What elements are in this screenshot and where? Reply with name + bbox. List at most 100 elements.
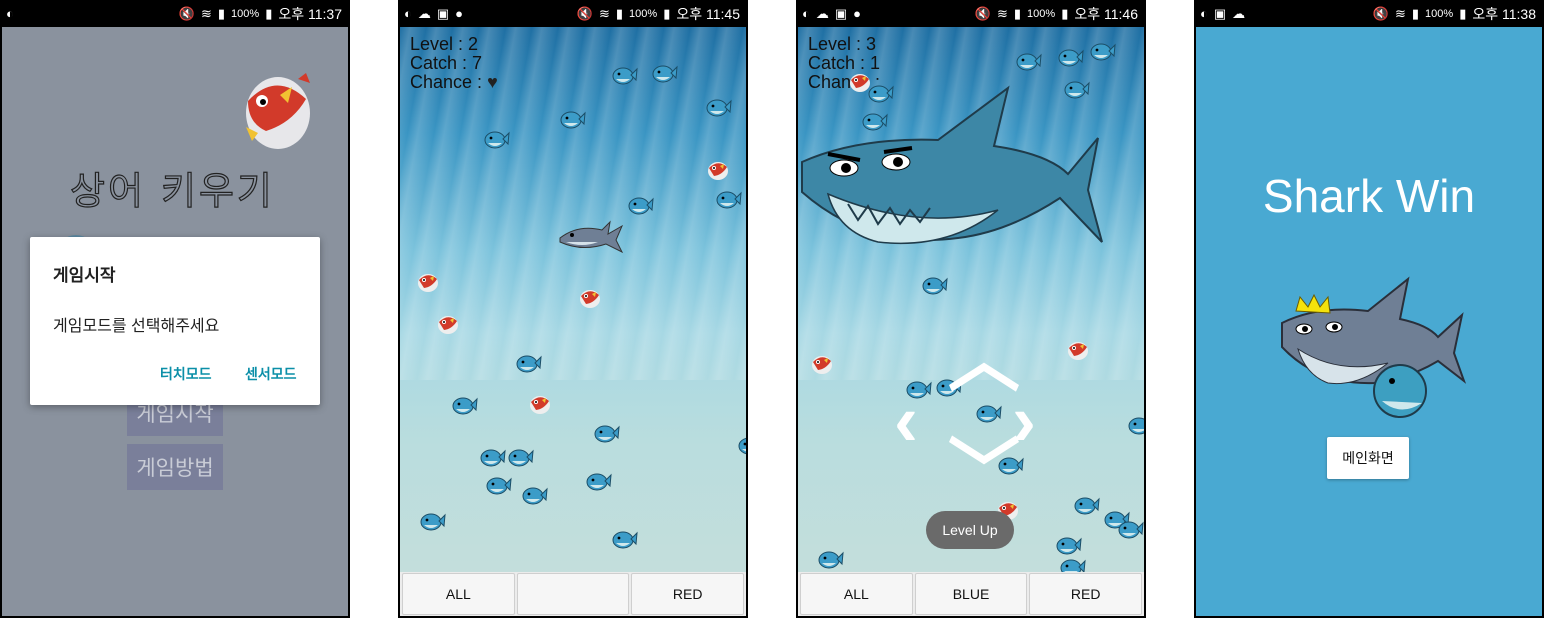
player-shark-icon xyxy=(559,220,624,254)
blue-button[interactable] xyxy=(516,573,630,615)
red-pufferfish[interactable] xyxy=(848,71,872,93)
touch-mode-button[interactable]: 터치모드 xyxy=(160,364,212,384)
signal-icon: ▮ xyxy=(1411,6,1420,21)
blue-whale-fish[interactable] xyxy=(922,275,948,295)
battery-percent: 100% xyxy=(629,7,658,20)
wifi-icon: ≋ xyxy=(1394,6,1406,21)
mute-icon: 🔇 xyxy=(1372,6,1389,21)
status-bar: ◐ ▣ ☁ 🔇 ≋ ▮ 100% ▮ 오후 11:38 xyxy=(1194,0,1544,27)
gallery-icon: ▣ xyxy=(834,6,848,21)
red-pufferfish[interactable] xyxy=(436,313,460,335)
blue-whale-fish[interactable] xyxy=(594,423,620,443)
red-pufferfish[interactable] xyxy=(528,393,552,415)
hud: Level : 2 Catch : 7 Chance : ♥ xyxy=(410,35,498,92)
red-pufferfish[interactable] xyxy=(578,287,602,309)
mute-icon: 🔇 xyxy=(178,6,195,21)
status-bar: ◐ 🔇 ≋ ▮ 100% ▮ 오후 11:37 xyxy=(0,0,350,27)
blue-whale-fish[interactable] xyxy=(1118,519,1144,539)
talk-icon: ● xyxy=(853,6,862,21)
red-pufferfish[interactable] xyxy=(706,159,730,181)
blue-whale-fish[interactable] xyxy=(1128,415,1144,435)
blue-whale-fish[interactable] xyxy=(738,435,746,455)
left-arrow-button[interactable]: ‹ xyxy=(894,385,918,457)
blue-whale-fish[interactable] xyxy=(486,475,512,495)
blue-whale-fish[interactable] xyxy=(628,195,654,215)
signal-icon: ▮ xyxy=(1013,6,1022,21)
crowned-shark-icon xyxy=(1281,276,1467,418)
phone-4: ◐ ▣ ☁ 🔇 ≋ ▮ 100% ▮ 오후 11:38 Shark Win 메인… xyxy=(1194,0,1544,618)
down-arrow-button[interactable]: ﹀ xyxy=(948,437,1020,509)
talk-icon: ● xyxy=(455,6,464,21)
signal-icon: ▮ xyxy=(615,6,624,21)
blue-whale-fish[interactable] xyxy=(1090,41,1116,61)
cloud-icon: ☁ xyxy=(815,6,829,21)
clock: 오후 11:46 xyxy=(1074,5,1138,22)
blue-whale-fish[interactable] xyxy=(480,447,506,467)
clock: 오후 11:45 xyxy=(676,5,740,22)
main-screen-button[interactable]: 메인화면 xyxy=(1327,437,1409,479)
blue-whale-fish[interactable] xyxy=(652,63,678,83)
title-screen: 상어 키우기 게임시작 게임방법 게임시작 게임모드를 선택해주세요 터치모드 … xyxy=(2,27,348,616)
game-screen-level-2[interactable]: Level : 2 Catch : 7 Chance : ♥ ALL RED xyxy=(400,27,746,616)
blue-whale-fish[interactable] xyxy=(522,485,548,505)
app-notification-icon: ◐ xyxy=(404,6,412,21)
blue-whale-fish[interactable] xyxy=(612,529,638,549)
how-to-play-button[interactable]: 게임방법 xyxy=(127,444,223,490)
battery-icon: ▮ xyxy=(265,6,273,21)
red-pufferfish[interactable] xyxy=(1066,339,1090,361)
dialog-title: 게임시작 xyxy=(53,266,116,285)
status-bar: ◐ ☁ ▣ ● 🔇 ≋ ▮ 100% ▮ 오후 11:45 xyxy=(398,0,748,27)
app-notification-icon: ◐ xyxy=(6,6,14,21)
blue-whale-fish[interactable] xyxy=(862,111,888,131)
blue-whale-fish[interactable] xyxy=(508,447,534,467)
blue-whale-fish[interactable] xyxy=(560,109,586,129)
red-pufferfish[interactable] xyxy=(416,271,440,293)
battery-percent: 100% xyxy=(1027,7,1056,20)
blue-whale-fish[interactable] xyxy=(1064,79,1090,99)
wifi-icon: ≋ xyxy=(598,6,610,21)
battery-icon: ▮ xyxy=(1459,6,1467,21)
pufferfish-icon xyxy=(246,73,310,149)
blue-whale-fish[interactable] xyxy=(516,353,542,373)
level-label: Level : 2 xyxy=(410,34,479,54)
blue-whale-fish[interactable] xyxy=(452,395,478,415)
blue-whale-fish[interactable] xyxy=(818,549,844,569)
blue-whale-fish[interactable] xyxy=(1016,51,1042,71)
up-arrow-button[interactable]: ︿ xyxy=(948,325,1020,397)
blue-whale-fish[interactable] xyxy=(612,65,638,85)
battery-percent: 100% xyxy=(231,7,260,20)
wifi-icon: ≋ xyxy=(200,6,212,21)
blue-whale-fish[interactable] xyxy=(1056,535,1082,555)
blue-whale-fish[interactable] xyxy=(706,97,732,117)
phone-1: ◐ 🔇 ≋ ▮ 100% ▮ 오후 11:37 상어 키우기 게임시작 게임방법… xyxy=(0,0,350,618)
clock: 오후 11:38 xyxy=(1472,5,1536,22)
blue-whale-fish[interactable] xyxy=(484,129,510,149)
phone-3: ◐ ☁ ▣ ● 🔇 ≋ ▮ 100% ▮ 오후 11:46 Level : 3 … xyxy=(796,0,1146,618)
blue-whale-fish[interactable] xyxy=(586,471,612,491)
dialog-message: 게임모드를 선택해주세요 xyxy=(53,318,220,335)
game-screen-level-3[interactable]: Level : 3 Catch : 1 Chance : ︿ ‹ › ﹀ Lev… xyxy=(798,27,1144,616)
blue-button[interactable]: BLUE xyxy=(914,573,1028,615)
red-button[interactable]: RED xyxy=(631,573,745,615)
signal-icon: ▮ xyxy=(217,6,226,21)
all-button[interactable]: ALL xyxy=(800,573,913,615)
blue-whale-fish[interactable] xyxy=(1074,495,1100,515)
status-bar: ◐ ☁ ▣ ● 🔇 ≋ ▮ 100% ▮ 오후 11:46 xyxy=(796,0,1146,27)
battery-icon: ▮ xyxy=(1061,6,1069,21)
red-pufferfish[interactable] xyxy=(810,353,834,375)
red-button[interactable]: RED xyxy=(1029,573,1143,615)
wifi-icon: ≋ xyxy=(996,6,1008,21)
level-up-toast: Level Up xyxy=(926,511,1014,549)
blue-whale-fish[interactable] xyxy=(420,511,446,531)
level-label: Level : 3 xyxy=(808,34,877,54)
blue-whale-fish[interactable] xyxy=(716,189,742,209)
all-button[interactable]: ALL xyxy=(402,573,515,615)
sensor-mode-button[interactable]: 센서모드 xyxy=(245,364,297,384)
battery-icon: ▮ xyxy=(663,6,671,21)
blue-whale-fish[interactable] xyxy=(1058,47,1084,67)
blue-whale-fish[interactable] xyxy=(976,403,1002,423)
chance-label: Chance : xyxy=(410,72,483,92)
app-notification-icon: ◐ xyxy=(802,6,810,21)
mute-icon: 🔇 xyxy=(974,6,991,21)
player-shark-icon xyxy=(801,85,1103,245)
